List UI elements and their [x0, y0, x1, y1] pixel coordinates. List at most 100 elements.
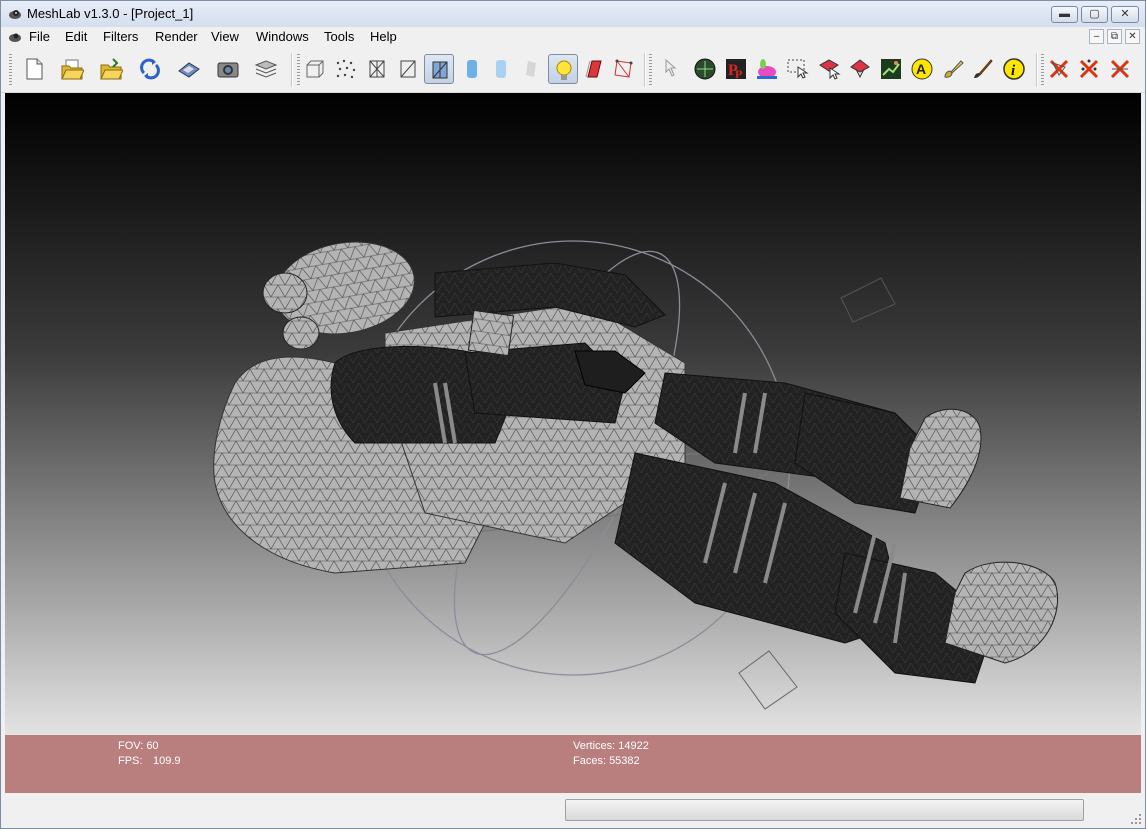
- texture-render-button[interactable]: [517, 54, 547, 84]
- status-bar: [1, 795, 1145, 828]
- import-mesh-icon: [100, 58, 123, 80]
- info-panel: FOV: 60 FPS: 109.9 Vertices: 14922 Faces…: [5, 735, 1141, 793]
- svg-text:A: A: [916, 61, 926, 77]
- close-button[interactable]: ✕: [1111, 6, 1139, 23]
- snapshot-button[interactable]: [213, 54, 243, 84]
- menu-filters[interactable]: Filters: [101, 29, 140, 44]
- main-toolbar: P P A i: [1, 48, 1145, 93]
- application-window: MeshLab v1.3.0 - [Project_1] ▬ ▢ ✕ File …: [0, 0, 1146, 829]
- backface-cull-button[interactable]: [579, 54, 609, 84]
- reload-icon: [140, 58, 160, 80]
- mdi-minimize-button[interactable]: –: [1089, 29, 1104, 44]
- light-quad-bottom: [738, 650, 798, 710]
- info-icon: i: [1003, 58, 1025, 80]
- menu-windows[interactable]: Windows: [254, 29, 311, 44]
- select-vertices-icon: [819, 59, 841, 80]
- menu-file[interactable]: File: [27, 29, 52, 44]
- toolbar-grip[interactable]: [649, 54, 652, 86]
- menu-render[interactable]: Render: [153, 29, 200, 44]
- info-button[interactable]: i: [999, 54, 1029, 84]
- meshlab-app-icon: [9, 10, 21, 19]
- faces-text: Faces: 55382: [573, 755, 640, 767]
- delete-faces-icon: [1049, 59, 1069, 79]
- select-connected-button[interactable]: [845, 54, 875, 84]
- wireframe-render-button[interactable]: [362, 54, 392, 84]
- menu-help[interactable]: Help: [368, 29, 399, 44]
- toolbar-grip[interactable]: [9, 54, 12, 86]
- select-region-button[interactable]: [783, 54, 813, 84]
- delete-vertices-button[interactable]: [1074, 54, 1104, 84]
- delete-vertices-icon: [1079, 59, 1099, 79]
- measure-icon: [694, 58, 716, 80]
- resize-grip-icon[interactable]: [1130, 813, 1142, 825]
- toolbar-separator: [644, 53, 646, 87]
- bbox-render-icon: [306, 60, 324, 78]
- toolbar-separator: [1036, 53, 1038, 87]
- menu-edit[interactable]: Edit: [63, 29, 89, 44]
- new-project-icon: [26, 58, 43, 80]
- flat-render-icon: [467, 60, 477, 78]
- manipulator-icon: [665, 58, 677, 77]
- hiddenlines-render-icon: [400, 60, 416, 78]
- save-button[interactable]: [174, 54, 204, 84]
- vertices-text: Vertices: 14922: [573, 740, 649, 752]
- reload-button[interactable]: [135, 54, 165, 84]
- mdi-close-button[interactable]: ✕: [1125, 29, 1140, 44]
- open-project-button[interactable]: [57, 54, 87, 84]
- fov-text: FOV: 60: [118, 740, 159, 752]
- brush-button[interactable]: [938, 54, 968, 84]
- annotation-icon: A: [911, 58, 933, 80]
- 3d-viewport[interactable]: [5, 93, 1141, 735]
- import-mesh-button[interactable]: [96, 54, 126, 84]
- maximize-button[interactable]: ▢: [1081, 6, 1108, 23]
- window-title: MeshLab v1.3.0 - [Project_1]: [27, 6, 194, 21]
- toolbar-separator: [291, 53, 293, 87]
- flat-render-button[interactable]: [457, 54, 487, 84]
- select-faces-render-icon: [614, 59, 633, 78]
- menu-view[interactable]: View: [209, 29, 241, 44]
- paintbrush-icon: [974, 59, 993, 78]
- delete-all-icon: [1110, 59, 1130, 79]
- bbox-render-button[interactable]: [300, 54, 330, 84]
- points-render-button[interactable]: [331, 54, 361, 84]
- smooth-render-icon: [496, 60, 506, 78]
- document-icon[interactable]: [8, 31, 22, 43]
- boot-bottom: [944, 561, 1059, 664]
- svg-text:P: P: [735, 67, 742, 81]
- layers-button[interactable]: [251, 54, 281, 84]
- paint-bunny-icon: [757, 59, 777, 79]
- delete-faces-button[interactable]: [1044, 54, 1074, 84]
- astronaut-mesh: [213, 240, 1059, 710]
- title-bar[interactable]: MeshLab v1.3.0 - [Project_1] ▬ ▢ ✕: [1, 1, 1145, 27]
- layers-icon: [254, 60, 278, 78]
- select-connected-icon: [850, 59, 870, 79]
- flatlines-render-icon: [432, 61, 448, 79]
- open-project-icon: [61, 59, 84, 80]
- fps-label: FPS:: [118, 755, 143, 767]
- select-vertices-button[interactable]: [814, 54, 844, 84]
- minimize-button[interactable]: ▬: [1051, 6, 1078, 23]
- select-region-icon: [787, 59, 809, 79]
- pickpoints-button[interactable]: P P: [721, 54, 751, 84]
- lighting-icon: [556, 60, 572, 80]
- annotation-button[interactable]: A: [907, 54, 937, 84]
- boot-top: [899, 408, 982, 509]
- paint-bunny-button[interactable]: [752, 54, 782, 84]
- delete-all-button[interactable]: [1105, 54, 1135, 84]
- backface-cull-icon: [585, 60, 602, 78]
- brush-icon: [944, 60, 964, 78]
- measure-button[interactable]: [690, 54, 720, 84]
- save-icon: [178, 62, 200, 78]
- flatlines-render-button[interactable]: [424, 54, 454, 84]
- select-faces-render-button[interactable]: [609, 54, 639, 84]
- manipulator-button[interactable]: [654, 54, 684, 84]
- raster-align-button[interactable]: [876, 54, 906, 84]
- light-quad-top: [840, 277, 896, 323]
- new-project-button[interactable]: [19, 54, 49, 84]
- lighting-button[interactable]: [548, 54, 578, 84]
- hiddenlines-render-button[interactable]: [393, 54, 423, 84]
- paintbrush-button[interactable]: [968, 54, 998, 84]
- mdi-restore-button[interactable]: ⧉: [1107, 29, 1122, 44]
- smooth-render-button[interactable]: [486, 54, 516, 84]
- menu-tools[interactable]: Tools: [322, 29, 356, 44]
